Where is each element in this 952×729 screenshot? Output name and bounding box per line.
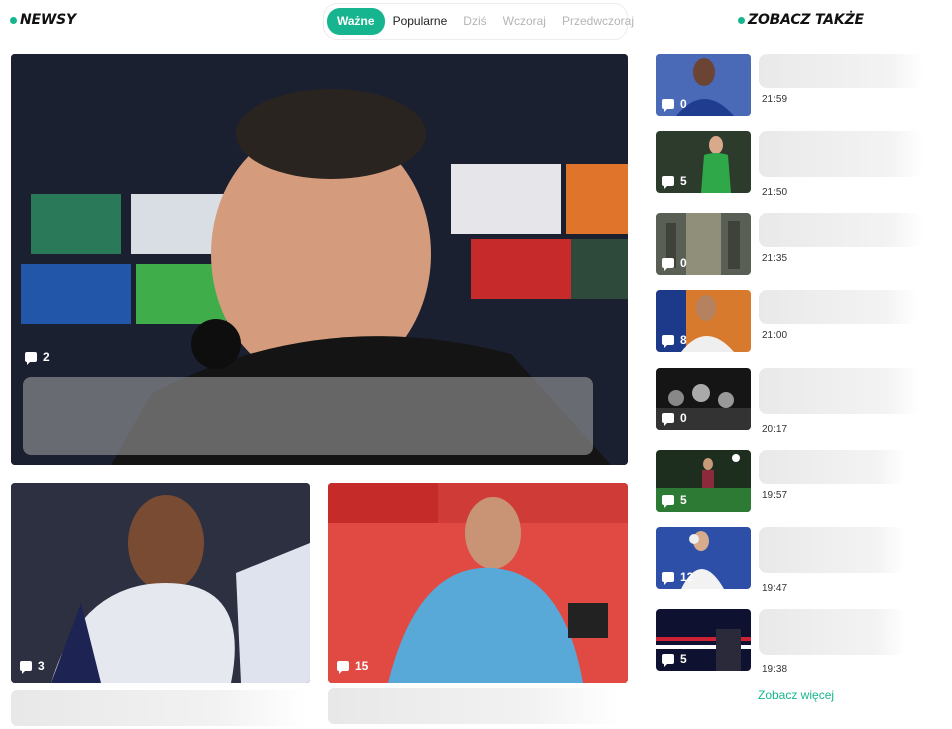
comment-bubble-icon [662,572,674,585]
comment-bubble-icon [662,495,674,508]
hero-title-overlay [23,377,593,455]
article-image [11,483,310,683]
sidebar-title-placeholder [759,368,919,414]
section-dot-icon [10,16,17,24]
sidebar-title-placeholder [759,131,923,177]
hero-comment-count: 2 [25,350,50,365]
sidebar-title-placeholder [759,609,906,655]
sidebar-comment-count: 12 [662,570,694,585]
sidebar-comments-value: 0 [680,411,687,425]
tab-popularne[interactable]: Popularne [385,8,456,35]
sidebar-comments-value: 5 [680,174,687,188]
comment-bubble-icon [25,352,37,365]
sidebar-comment-count: 0 [662,256,687,271]
comment-bubble-icon [20,661,32,674]
sidebar-comments-value: 5 [680,652,687,666]
comment-bubble-icon [662,654,674,667]
sidebar-article[interactable]: 5 19:38 [656,609,926,675]
sidebar-article[interactable]: 0 21:59 [656,54,926,118]
sidebar-comments-value: 0 [680,97,687,111]
sidebar-title-placeholder [759,213,923,247]
sidebar-article[interactable]: 5 19:57 [656,450,926,514]
sidebar-comment-count: 0 [662,97,687,112]
sidebar-thumbnail: 0 [656,213,751,275]
sidebar-comments-value: 5 [680,493,687,507]
sidebar-title-placeholder [759,450,906,484]
sidebar-time: 19:38 [762,664,788,675]
see-more-link[interactable]: Zobacz więcej [758,688,834,702]
sidebar-comment-count: 8 [662,333,687,348]
sidebar-comments-value: 12 [680,570,694,584]
article-comment-count: 3 [20,659,45,674]
article-comments-value: 15 [355,659,369,673]
sidebar-comment-count: 5 [662,652,687,667]
tab-dzis[interactable]: Dziś [455,8,494,35]
sidebar-time: 21:50 [762,187,788,198]
hero-comments-value: 2 [43,350,50,364]
sidebar-time: 21:00 [762,330,788,341]
hero-article[interactable]: 2 [11,54,628,465]
filter-tabs: Ważne Popularne Dziś Wczoraj Przedwczora… [323,3,634,40]
sidebar-time: 20:17 [762,424,788,435]
sidebar-thumbnail: 5 [656,450,751,512]
article-card[interactable]: 15 [328,483,628,683]
zobacz-title-text: ZOBACZ TAKŻE [748,12,864,28]
article-comments-value: 3 [38,659,45,673]
newsy-section-title: NEWSY [10,12,76,28]
sidebar-title-placeholder [759,54,923,88]
sidebar-thumbnail: 0 [656,368,751,430]
article-title-placeholder [11,690,306,726]
comment-bubble-icon [662,258,674,271]
sidebar-comment-count: 0 [662,411,687,426]
article-card[interactable]: 3 [11,483,310,683]
sidebar-thumbnail: 5 [656,131,751,193]
newsy-title-text: NEWSY [20,12,76,28]
article-image [328,483,628,683]
article-title-placeholder [328,688,620,724]
sidebar-time: 19:57 [762,490,788,501]
sidebar-thumbnail: 8 [656,290,751,352]
sidebar-time: 19:47 [762,583,788,594]
article-comment-count: 15 [337,659,369,674]
sidebar-article[interactable]: 12 19:47 [656,527,926,594]
sidebar-thumbnail: 5 [656,609,751,671]
sidebar-comment-count: 5 [662,174,687,189]
comment-bubble-icon [662,413,674,426]
sidebar-thumbnail: 12 [656,527,751,589]
comment-bubble-icon [337,661,349,674]
sidebar-article[interactable]: 0 21:35 [656,213,926,277]
tab-wczoraj[interactable]: Wczoraj [495,8,554,35]
sidebar-thumbnail: 0 [656,54,751,116]
sidebar-comments-value: 8 [680,333,687,347]
sidebar-title-placeholder [759,527,906,573]
sidebar-time: 21:59 [762,94,788,105]
comment-bubble-icon [662,99,674,112]
comment-bubble-icon [662,335,674,348]
sidebar-article[interactable]: 8 21:00 [656,290,926,354]
tab-przedwczoraj[interactable]: Przedwczoraj [554,8,642,35]
tab-wazne[interactable]: Ważne [327,8,385,35]
section-dot-icon [738,16,745,24]
sidebar-article[interactable]: 0 20:17 [656,368,926,435]
sidebar-time: 21:35 [762,253,788,264]
sidebar-comments-value: 0 [680,256,687,270]
comment-bubble-icon [662,176,674,189]
sidebar-comment-count: 5 [662,493,687,508]
sidebar-title-placeholder [759,290,917,324]
sidebar-article[interactable]: 5 21:50 [656,131,926,198]
zobacz-section-title: ZOBACZ TAKŻE [738,12,864,28]
